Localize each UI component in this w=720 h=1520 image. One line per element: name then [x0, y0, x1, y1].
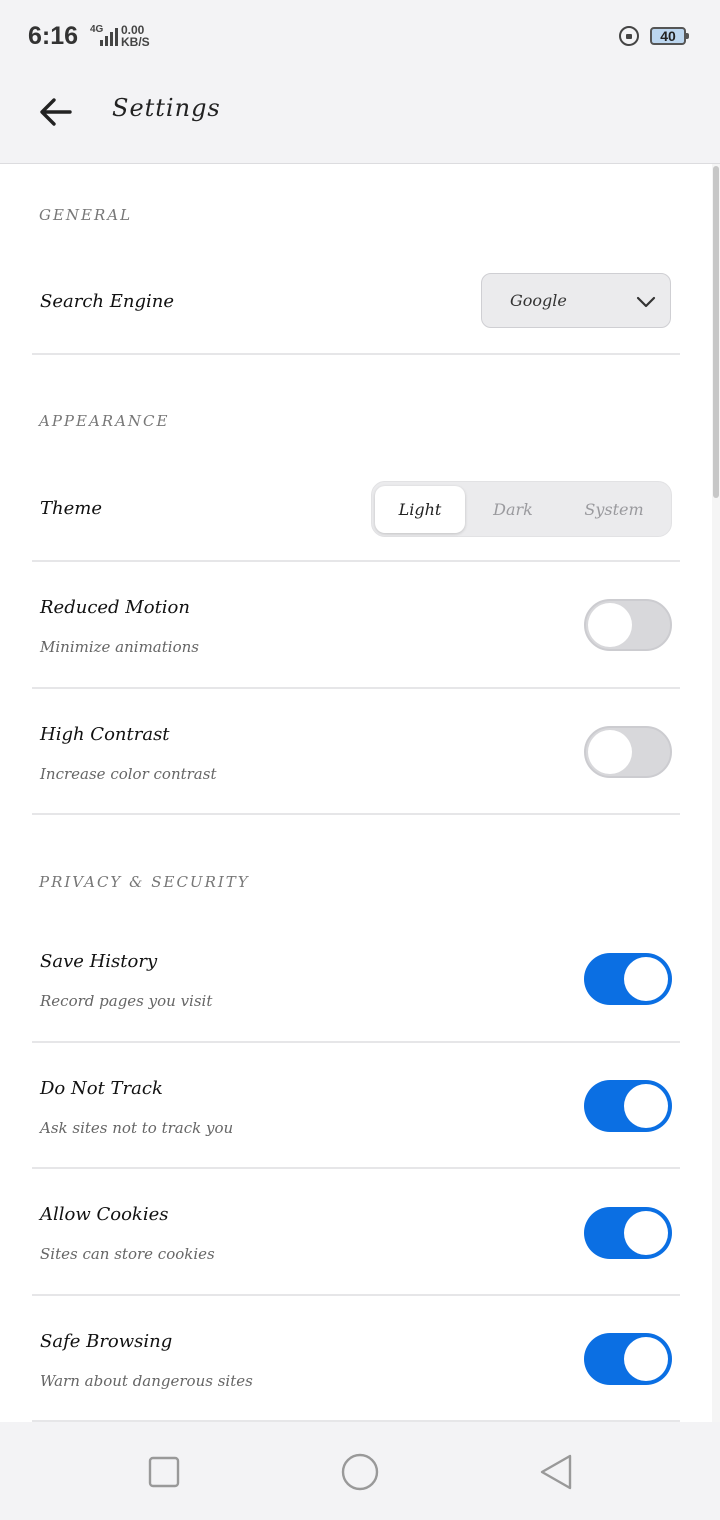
toggle-knob [624, 1211, 668, 1255]
divider [32, 1294, 680, 1296]
high-contrast-toggle[interactable] [584, 726, 672, 778]
recents-button[interactable] [142, 1450, 186, 1494]
back-nav-button[interactable] [534, 1450, 578, 1494]
setting-label: Safe Browsing [40, 1331, 173, 1352]
chevron-down-icon [636, 296, 656, 308]
save-history-toggle[interactable] [584, 953, 672, 1005]
safe-browsing-toggle[interactable] [584, 1333, 672, 1385]
setting-description: Warn about dangerous sites [40, 1372, 253, 1390]
toggle-knob [588, 603, 632, 647]
theme-option-light[interactable]: Light [375, 486, 465, 533]
setting-label: High Contrast [40, 724, 170, 745]
system-nav-bar [0, 1422, 720, 1520]
toggle-knob [624, 1084, 668, 1128]
settings-list[interactable]: GENERAL Search Engine Google APPEARANCE … [0, 164, 712, 1422]
setting-label: Search Engine [40, 291, 174, 312]
network-speed: 0.00 KB/S [121, 24, 150, 48]
search-engine-value: Google [510, 291, 567, 310]
section-header-privacy: PRIVACY & SECURITY [39, 873, 250, 891]
divider [32, 687, 680, 689]
theme-segmented-control: Light Dark System [371, 481, 672, 537]
back-button[interactable] [34, 90, 78, 134]
network-speed-unit: KB/S [121, 35, 150, 49]
rotation-lock-icon [619, 26, 639, 46]
setting-label: Save History [40, 951, 158, 972]
battery-icon: 40 [650, 27, 689, 45]
setting-label: Allow Cookies [40, 1204, 169, 1225]
search-engine-select[interactable]: Google [481, 273, 671, 328]
divider [32, 1167, 680, 1169]
scrollbar-thumb[interactable] [713, 166, 719, 498]
setting-description: Increase color contrast [40, 765, 217, 783]
toggle-knob [624, 1337, 668, 1381]
signal-icon [100, 28, 118, 46]
setting-label: Reduced Motion [40, 597, 190, 618]
status-time: 6:16 [28, 22, 79, 50]
divider [32, 1041, 680, 1043]
divider [32, 560, 680, 562]
setting-label: Theme [40, 498, 102, 519]
setting-description: Sites can store cookies [40, 1245, 215, 1263]
setting-label: Do Not Track [40, 1078, 163, 1099]
status-bar: 6:16 4G 0.00 KB/S 40 [0, 0, 720, 72]
setting-description: Ask sites not to track you [40, 1119, 234, 1137]
triangle-back-icon [540, 1454, 572, 1490]
divider [32, 353, 680, 355]
theme-option-system[interactable]: System [569, 486, 659, 533]
scrollbar[interactable] [712, 164, 720, 1422]
home-button[interactable] [338, 1450, 382, 1494]
do-not-track-toggle[interactable] [584, 1080, 672, 1132]
section-header-general: GENERAL [39, 206, 133, 224]
toggle-knob [588, 730, 632, 774]
circle-home-icon [341, 1453, 379, 1491]
setting-description: Record pages you visit [40, 992, 213, 1010]
divider [32, 813, 680, 815]
app-bar: Settings [0, 72, 720, 164]
page-title: Settings [112, 94, 221, 122]
setting-description: Minimize animations [40, 638, 199, 656]
square-recents-icon [148, 1456, 180, 1488]
allow-cookies-toggle[interactable] [584, 1207, 672, 1259]
arrow-left-icon [40, 98, 72, 126]
theme-option-dark[interactable]: Dark [468, 486, 558, 533]
section-header-appearance: APPEARANCE [39, 412, 170, 430]
toggle-knob [624, 957, 668, 1001]
reduced-motion-toggle[interactable] [584, 599, 672, 651]
